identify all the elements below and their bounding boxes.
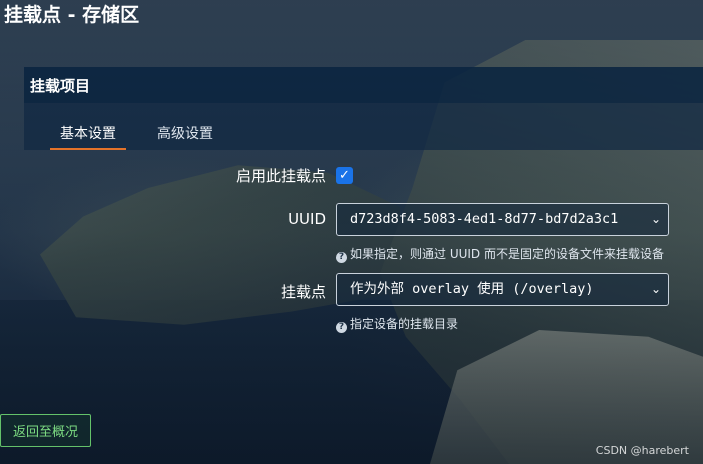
panel-header: 挂载项目 (24, 67, 703, 103)
uuid-select[interactable]: d723d8f4-5083-4ed1-8d77-bd7d2a3c1 ⌄ (336, 203, 669, 236)
help-icon: ? (336, 322, 347, 333)
watermark: CSDN @harebert (595, 444, 689, 457)
mountpoint-hint: ? 指定设备的挂载目录 (336, 315, 458, 333)
chevron-down-icon: ⌄ (650, 282, 661, 296)
enable-checkbox[interactable]: ✓ (336, 167, 353, 184)
help-icon: ? (336, 252, 347, 263)
mountpoint-select[interactable]: 作为外部 overlay 使用 (/overlay) ⌄ (336, 273, 669, 306)
check-icon: ✓ (339, 168, 350, 183)
tab-bar: 基本设置 高级设置 (24, 103, 703, 150)
uuid-label: UUID (288, 210, 326, 228)
mountpoint-select-value: 作为外部 overlay 使用 (/overlay) (350, 281, 594, 297)
uuid-hint: ? 如果指定，则通过 UUID 而不是固定的设备文件来挂载设备 (336, 245, 664, 263)
tab-basic-settings[interactable]: 基本设置 (50, 123, 126, 150)
back-to-overview-button[interactable]: 返回至概况 (0, 414, 91, 447)
uuid-select-value: d723d8f4-5083-4ed1-8d77-bd7d2a3c1 (350, 211, 619, 227)
uuid-hint-text: 如果指定，则通过 UUID 而不是固定的设备文件来挂载设备 (350, 247, 664, 261)
page-title: 挂载点 - 存储区 (4, 4, 140, 26)
chevron-down-icon: ⌄ (650, 212, 661, 226)
tab-advanced-settings[interactable]: 高级设置 (157, 123, 213, 150)
mountpoint-label: 挂载点 (280, 283, 326, 301)
panel-title: 挂载项目 (30, 77, 91, 95)
enable-label: 启用此挂载点 (235, 167, 326, 185)
mountpoint-hint-text: 指定设备的挂载目录 (350, 317, 459, 331)
